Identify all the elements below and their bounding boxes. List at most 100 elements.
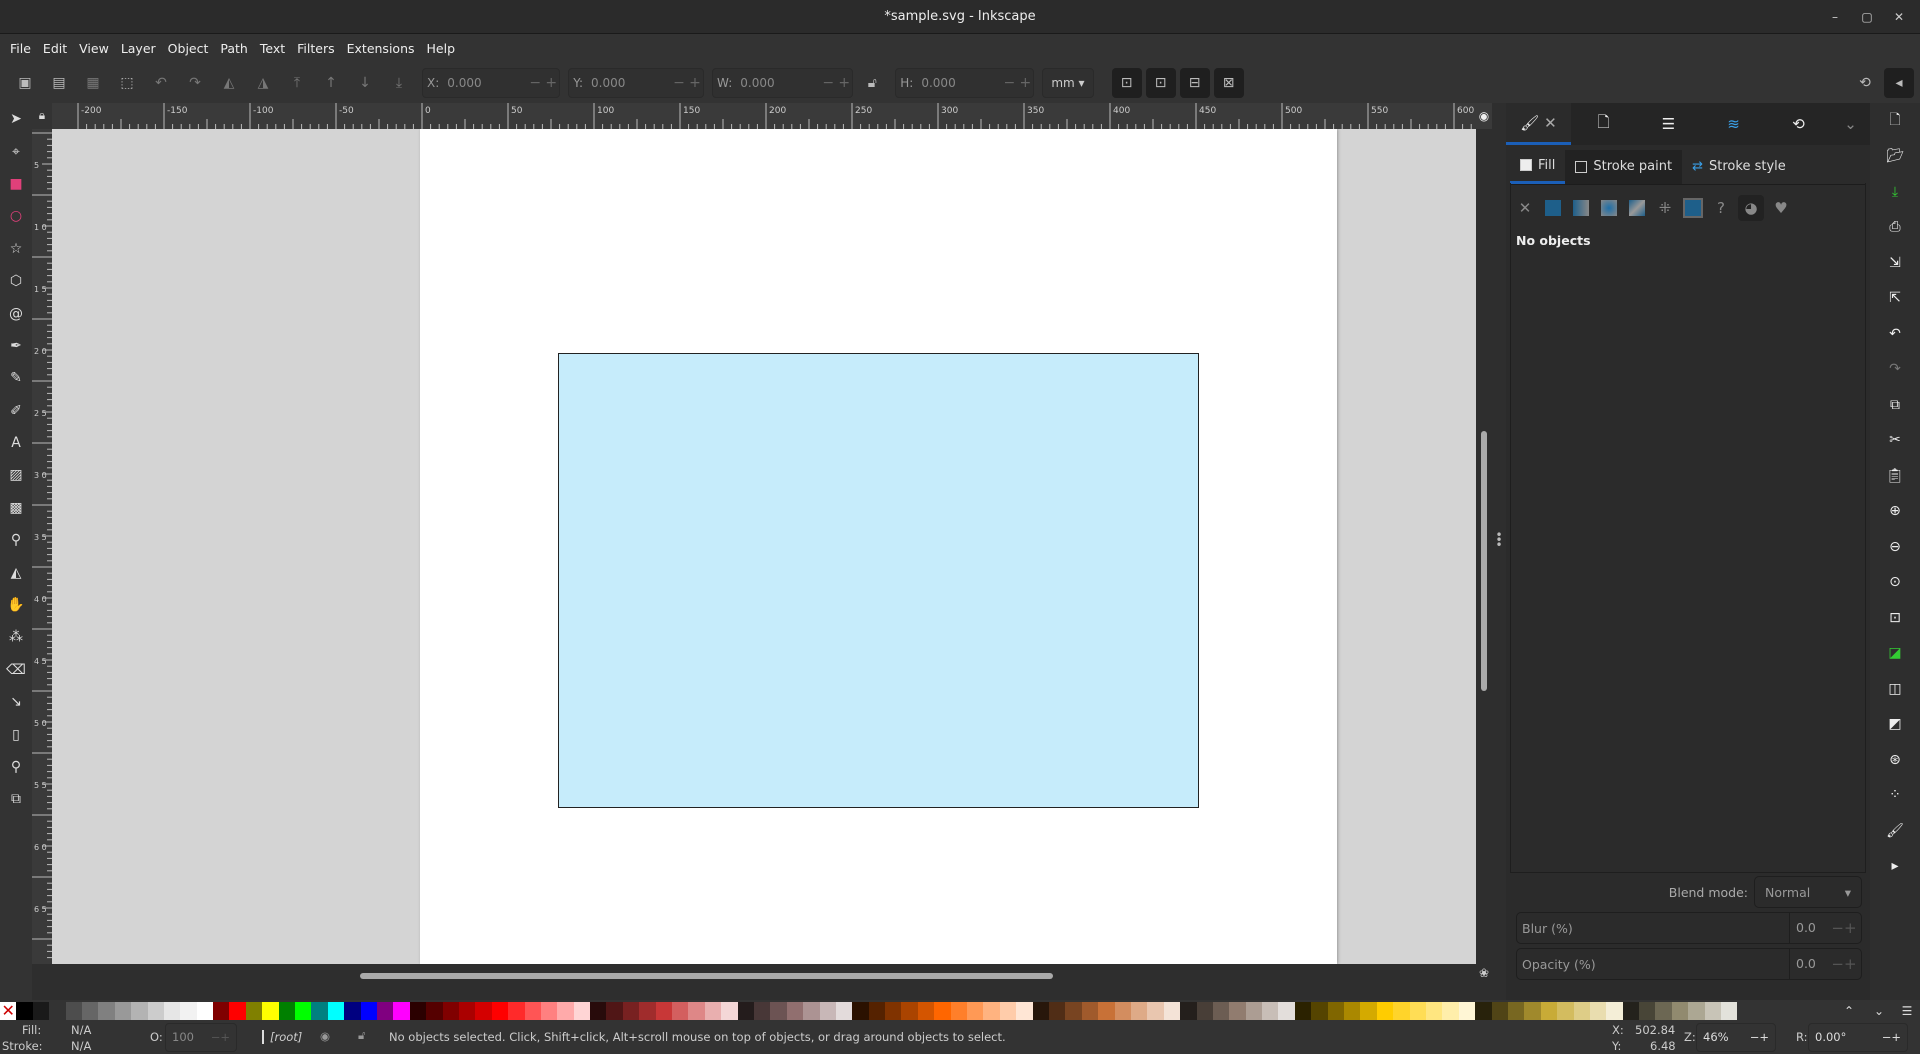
gradient-tool-icon[interactable]: ▨ bbox=[0, 459, 32, 491]
color-swatch[interactable] bbox=[885, 1001, 902, 1020]
group-icon[interactable]: ⊛ bbox=[1870, 742, 1920, 778]
node-tool-icon[interactable]: ⌖ bbox=[0, 135, 32, 167]
horizontal-scrollbar[interactable] bbox=[52, 964, 1476, 986]
undo-icon[interactable]: ↶ bbox=[1870, 316, 1920, 352]
color-swatch[interactable] bbox=[1278, 1001, 1295, 1020]
increment-icon[interactable]: + bbox=[543, 75, 559, 91]
color-swatch[interactable] bbox=[1393, 1001, 1410, 1020]
color-swatch[interactable] bbox=[655, 1001, 673, 1020]
color-swatch[interactable] bbox=[999, 1001, 1017, 1020]
color-swatch[interactable] bbox=[1081, 1001, 1099, 1020]
close-tab-icon[interactable]: ✕ bbox=[1544, 114, 1557, 132]
opacity-stepper-icon[interactable]: −+ bbox=[1827, 955, 1861, 973]
color-swatch[interactable] bbox=[295, 1001, 312, 1020]
zoom-page-icon[interactable]: ⊙ bbox=[1870, 565, 1920, 601]
y-value[interactable]: 0.000 bbox=[587, 69, 671, 97]
color-swatch[interactable] bbox=[114, 1001, 132, 1020]
color-swatch[interactable] bbox=[688, 1001, 705, 1020]
color-swatch[interactable] bbox=[672, 1001, 689, 1020]
color-swatch[interactable] bbox=[786, 1001, 804, 1020]
color-swatch[interactable] bbox=[163, 1001, 181, 1020]
canvas[interactable] bbox=[52, 129, 1476, 964]
color-swatch[interactable] bbox=[49, 1001, 66, 1020]
no-color-swatch[interactable]: ✕ bbox=[0, 1001, 17, 1020]
color-swatch[interactable] bbox=[704, 1001, 722, 1020]
lower-bottom-icon[interactable]: ⤓ bbox=[384, 68, 414, 98]
horizontal-ruler[interactable]: -200 -150 -100 -50 0 50 100 150 200 250 300 350 400 4… bbox=[52, 103, 1476, 129]
redo-icon[interactable]: ↷ bbox=[1870, 352, 1920, 388]
color-swatch[interactable] bbox=[376, 1001, 394, 1020]
color-swatch[interactable] bbox=[1524, 1001, 1541, 1020]
zoom-selection-icon[interactable]: ⊕ bbox=[1870, 494, 1920, 530]
color-swatch[interactable] bbox=[540, 1001, 558, 1020]
color-swatch[interactable] bbox=[622, 1001, 640, 1020]
tab-align-distribute[interactable]: ☰ bbox=[1636, 103, 1701, 145]
blur-stepper-icon[interactable]: −+ bbox=[1827, 919, 1861, 937]
color-swatch[interactable] bbox=[1376, 1001, 1394, 1020]
color-swatch[interactable] bbox=[262, 1001, 279, 1020]
color-swatch[interactable] bbox=[934, 1001, 951, 1020]
select-same-icon[interactable]: ▦ bbox=[78, 68, 108, 98]
color-swatch[interactable] bbox=[81, 1001, 99, 1020]
color-swatch[interactable] bbox=[590, 1001, 607, 1020]
blend-mode-select[interactable]: Normal ▾ bbox=[1754, 876, 1862, 908]
color-swatch[interactable] bbox=[1491, 1001, 1508, 1020]
color-swatch[interactable] bbox=[1245, 1001, 1263, 1020]
tab-stroke-style[interactable]: ⇄ Stroke style bbox=[1682, 150, 1796, 184]
color-swatch[interactable] bbox=[344, 1001, 361, 1020]
color-swatch[interactable] bbox=[1049, 1001, 1066, 1020]
color-swatch[interactable] bbox=[196, 1001, 214, 1020]
eraser-tool-icon[interactable]: ⌫ bbox=[0, 654, 32, 686]
color-swatch[interactable] bbox=[1688, 1001, 1705, 1020]
y-field[interactable]: Y: 0.000− + bbox=[568, 68, 705, 98]
color-swatch[interactable] bbox=[1130, 1001, 1148, 1020]
color-swatch[interactable] bbox=[1360, 1001, 1377, 1020]
palette-scroll-down-icon[interactable]: ⌄ bbox=[1864, 1004, 1894, 1018]
fill-indicator[interactable]: N/A bbox=[71, 1023, 91, 1037]
color-swatch[interactable] bbox=[1589, 1001, 1607, 1020]
color-swatch[interactable] bbox=[1344, 1001, 1361, 1020]
menu-view[interactable]: View bbox=[73, 41, 115, 56]
more-commands-icon[interactable]: ▸ bbox=[1870, 849, 1920, 885]
unlink-clone-icon[interactable]: ◩ bbox=[1870, 707, 1920, 743]
export-icon[interactable]: ⇱ bbox=[1870, 281, 1920, 317]
color-swatch[interactable] bbox=[1639, 1001, 1656, 1020]
paint-bucket-tool-icon[interactable]: ◭ bbox=[0, 556, 32, 588]
color-swatch[interactable] bbox=[32, 1001, 50, 1020]
pencil-tool-icon[interactable]: ✎ bbox=[0, 362, 32, 394]
color-swatch[interactable] bbox=[98, 1001, 115, 1020]
vertical-scrollbar[interactable] bbox=[1476, 129, 1492, 964]
clone-icon[interactable]: ◫ bbox=[1870, 671, 1920, 707]
color-swatch[interactable] bbox=[180, 1001, 197, 1020]
new-document-icon[interactable]: 🗋 bbox=[1870, 103, 1920, 139]
flip-horizontal-icon[interactable]: ◭ bbox=[214, 68, 244, 98]
color-swatch[interactable] bbox=[1180, 1001, 1197, 1020]
tab-undo-history[interactable]: ⟲ bbox=[1766, 103, 1831, 145]
print-icon[interactable]: ⎙ bbox=[1870, 210, 1920, 246]
minimize-button[interactable]: – bbox=[1820, 0, 1850, 34]
pen-tool-icon[interactable]: ✒ bbox=[0, 330, 32, 362]
h-value[interactable]: 0.000 bbox=[917, 69, 1001, 97]
color-swatch[interactable] bbox=[245, 1001, 263, 1020]
tab-layers-objects[interactable]: ≋ bbox=[1701, 103, 1766, 145]
tab-fill-stroke[interactable]: 🖌︎ ✕ bbox=[1506, 103, 1571, 145]
decrement-icon[interactable]: − bbox=[527, 75, 543, 91]
color-swatch[interactable] bbox=[1262, 1001, 1279, 1020]
zoom-spin[interactable]: 46% −+ bbox=[1696, 1023, 1776, 1052]
rotate-cw-icon[interactable]: ↷ bbox=[180, 68, 210, 98]
color-swatch[interactable] bbox=[901, 1001, 918, 1020]
color-swatch[interactable] bbox=[1196, 1001, 1213, 1020]
increment-icon[interactable]: + bbox=[836, 75, 852, 91]
stroke-indicator[interactable]: N/A bbox=[71, 1039, 91, 1053]
color-swatch[interactable] bbox=[1294, 1001, 1312, 1020]
mesh-tool-icon[interactable]: ▩ bbox=[0, 492, 32, 524]
color-swatch[interactable] bbox=[1458, 1001, 1476, 1020]
rotate-stepper-icon[interactable]: −+ bbox=[1882, 1030, 1901, 1044]
color-swatch[interactable] bbox=[409, 1001, 427, 1020]
pages-tool-icon[interactable]: ▯ bbox=[0, 718, 32, 750]
color-swatch[interactable] bbox=[1311, 1001, 1328, 1020]
color-swatch[interactable] bbox=[1065, 1001, 1082, 1020]
color-swatch[interactable] bbox=[639, 1001, 656, 1020]
increment-icon[interactable]: + bbox=[1017, 75, 1033, 91]
ellipse-tool-icon[interactable]: ○ bbox=[0, 200, 32, 232]
